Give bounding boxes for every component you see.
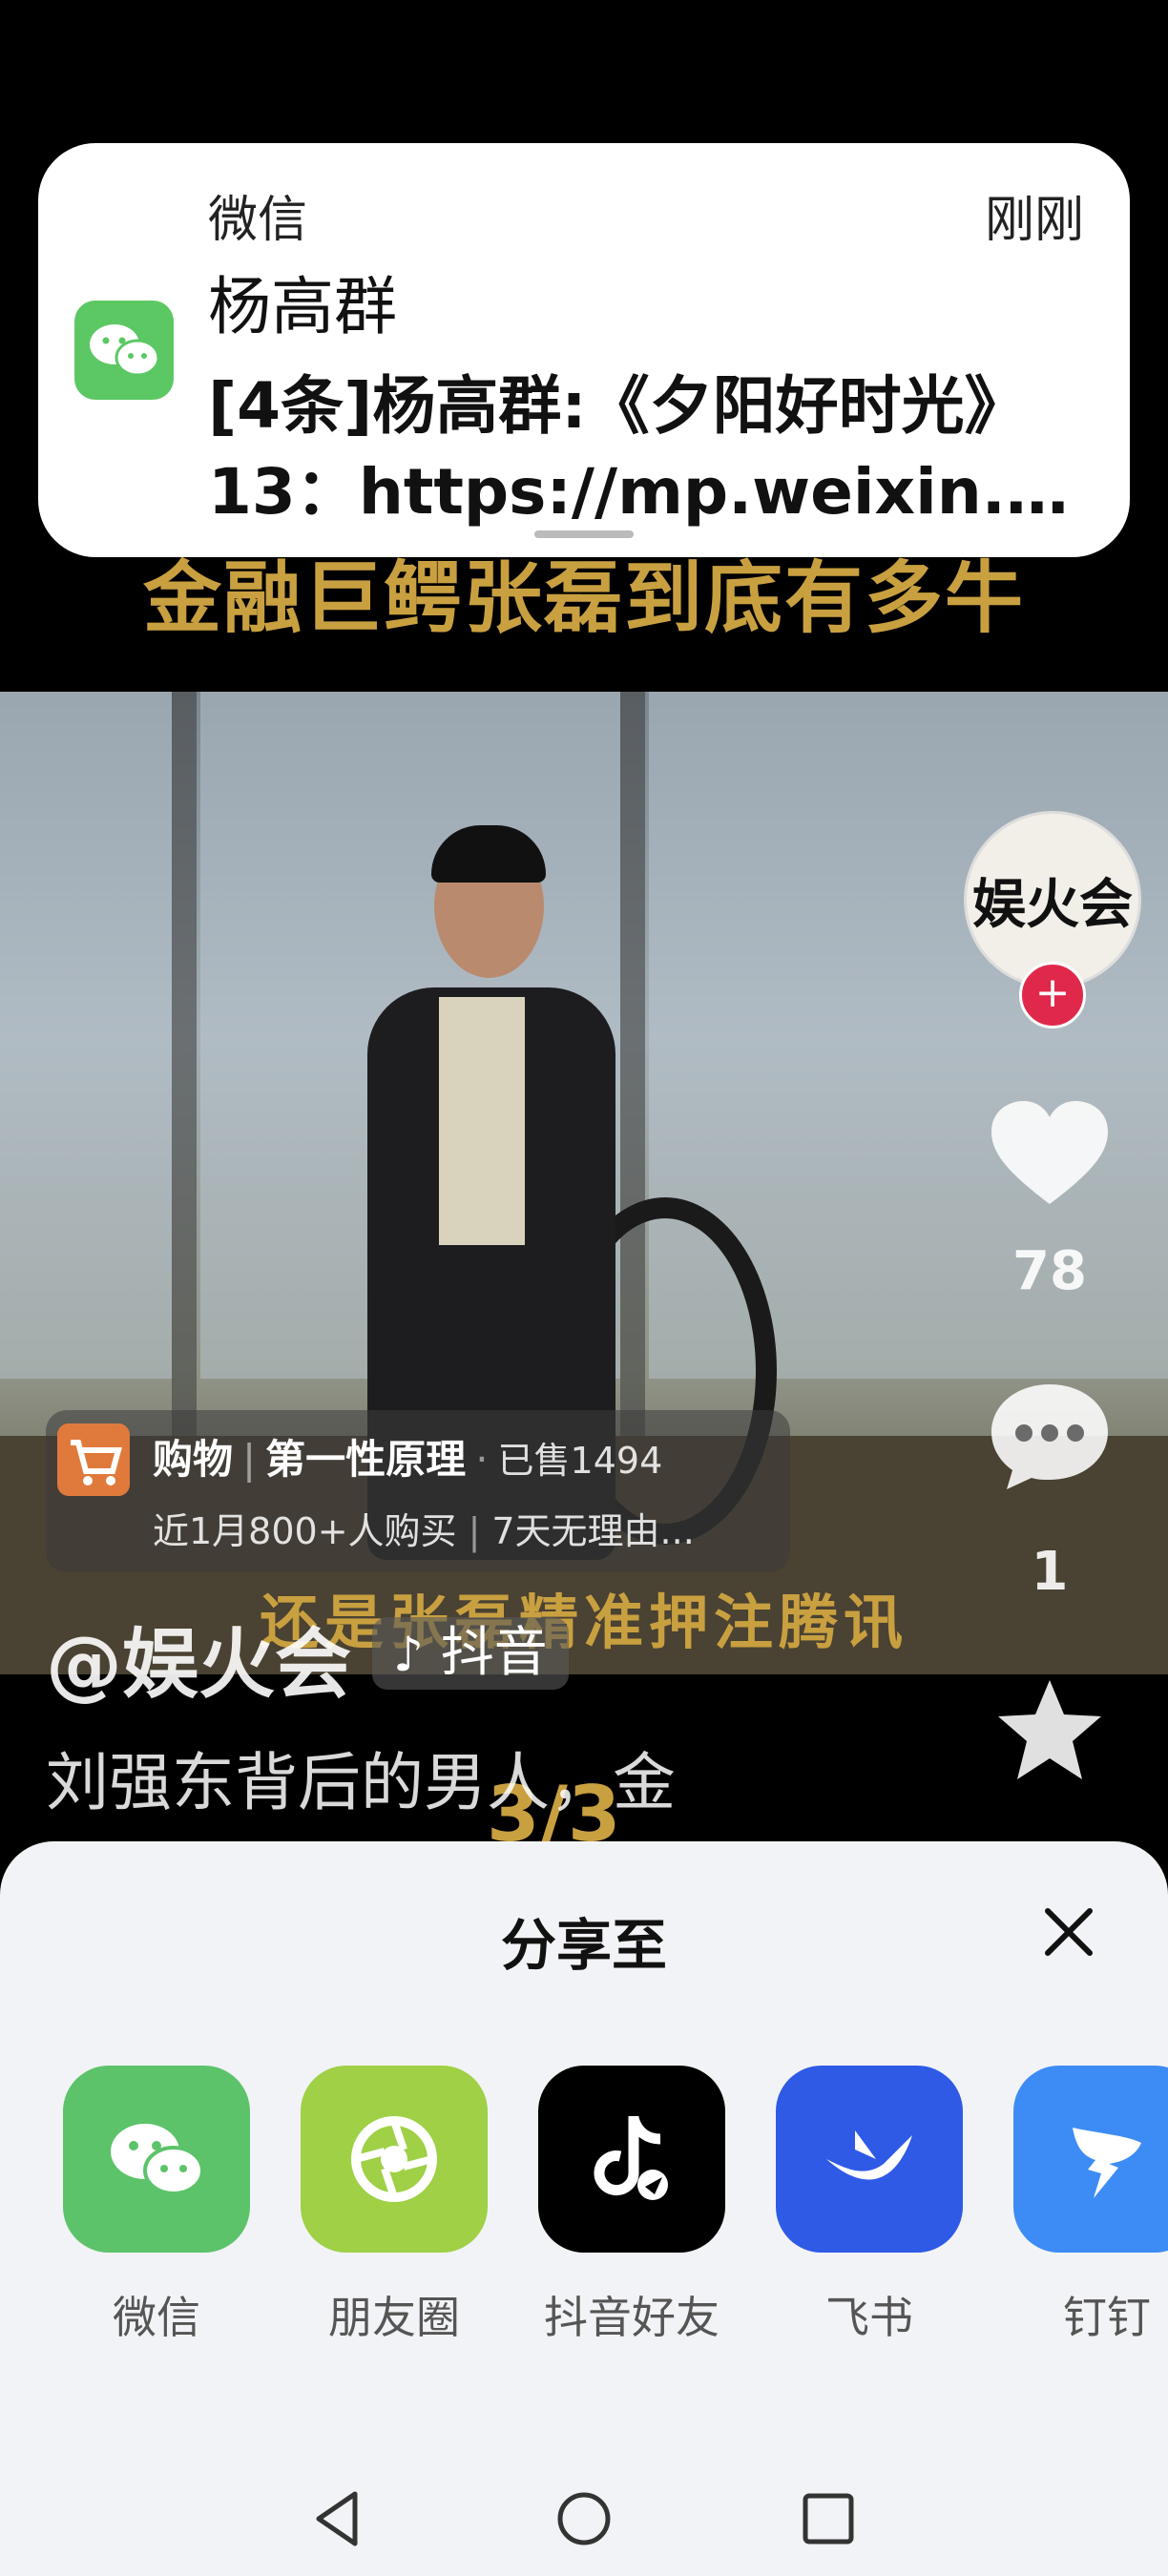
- recents-icon: [803, 2493, 854, 2545]
- wechat-icon: [74, 301, 174, 400]
- share-label: 微信: [113, 2292, 200, 2343]
- wechat-notification[interactable]: 微信 刚刚 杨高群 [4条]杨高群:《夕阳好时光》 13：https://mp.…: [38, 143, 1130, 557]
- nav-back-button[interactable]: [302, 2481, 378, 2557]
- share-label: 朋友圈: [328, 2292, 460, 2343]
- heart-icon: [991, 1101, 1108, 1204]
- moments-icon: [301, 2066, 488, 2253]
- cart-icon: [57, 1423, 130, 1496]
- shop-sold: 已售1494: [497, 1440, 663, 1482]
- window-pane: [0, 692, 172, 1379]
- shop-recent: 近1月800+人购买: [153, 1510, 457, 1552]
- shopping-chip[interactable]: 购物 | 第一性原理 · 已售1494 近1月800+人购买 | 7天无理由...: [46, 1410, 790, 1572]
- share-target-douyin-friend[interactable]: 抖音好友: [527, 2066, 737, 2346]
- share-label: 抖音好友: [544, 2292, 720, 2343]
- dingtalk-icon: [1013, 2066, 1168, 2253]
- shop-line2: 近1月800+人购买 | 7天无理由...: [153, 1510, 695, 1552]
- share-target-wechat[interactable]: 微信: [52, 2066, 261, 2346]
- comment-button[interactable]: [988, 1379, 1112, 1497]
- shop-policy: 7天无理由...: [491, 1510, 695, 1552]
- share-target-feishu[interactable]: 飞书: [764, 2066, 974, 2346]
- share-target-dingtalk[interactable]: 钉钉: [1002, 2066, 1168, 2346]
- author-name[interactable]: @娱火会: [46, 1603, 351, 1714]
- close-icon: [1045, 1908, 1093, 1956]
- douyin-icon: ♪: [393, 1627, 424, 1682]
- platform-badge: ♪ 抖音: [372, 1617, 569, 1690]
- like-count: 78: [1012, 1240, 1087, 1302]
- comment-count: 1: [1031, 1541, 1069, 1603]
- shop-line1: 购物 | 第一性原理 · 已售1494: [153, 1436, 663, 1483]
- follow-button[interactable]: +: [1019, 962, 1086, 1028]
- share-sheet-title: 分享至: [500, 1913, 667, 1978]
- back-icon: [316, 2491, 358, 2546]
- author-avatar-text: 娱火会: [972, 873, 1133, 936]
- douyin-icon: [538, 2066, 725, 2253]
- share-label: 钉钉: [1063, 2292, 1151, 2343]
- wechat-icon: [63, 2066, 250, 2253]
- system-nav-bar: [0, 2442, 1168, 2576]
- comment-icon: [991, 1384, 1108, 1489]
- home-icon: [557, 2492, 611, 2545]
- shop-label: 购物: [153, 1436, 234, 1483]
- person-shirt: [439, 997, 525, 1245]
- favorite-button[interactable]: [992, 1674, 1107, 1793]
- star-icon: [998, 1680, 1101, 1779]
- close-button[interactable]: [1031, 1894, 1107, 1970]
- feishu-icon: [776, 2066, 963, 2253]
- share-target-moments[interactable]: 朋友圈: [289, 2066, 499, 2346]
- notification-message-line2: 13：https://mp.weixin.qq...: [208, 455, 1105, 529]
- video-caption[interactable]: 刘强东背后的男人，金: [46, 1732, 676, 1823]
- platform-badge-label: 抖音: [440, 1622, 548, 1684]
- notification-time: 刚刚: [984, 192, 1084, 249]
- nav-home-button[interactable]: [546, 2481, 622, 2557]
- notification-sender: 杨高群: [208, 270, 397, 343]
- like-button[interactable]: [988, 1097, 1112, 1215]
- notification-drag-handle[interactable]: [534, 530, 634, 538]
- share-label: 飞书: [825, 2292, 913, 2343]
- notification-message-line1: [4条]杨高群:《夕阳好时光》: [208, 369, 1028, 443]
- notification-app-name: 微信: [208, 192, 308, 249]
- nav-recents-button[interactable]: [790, 2481, 866, 2557]
- shop-product: 第一性原理: [265, 1436, 467, 1483]
